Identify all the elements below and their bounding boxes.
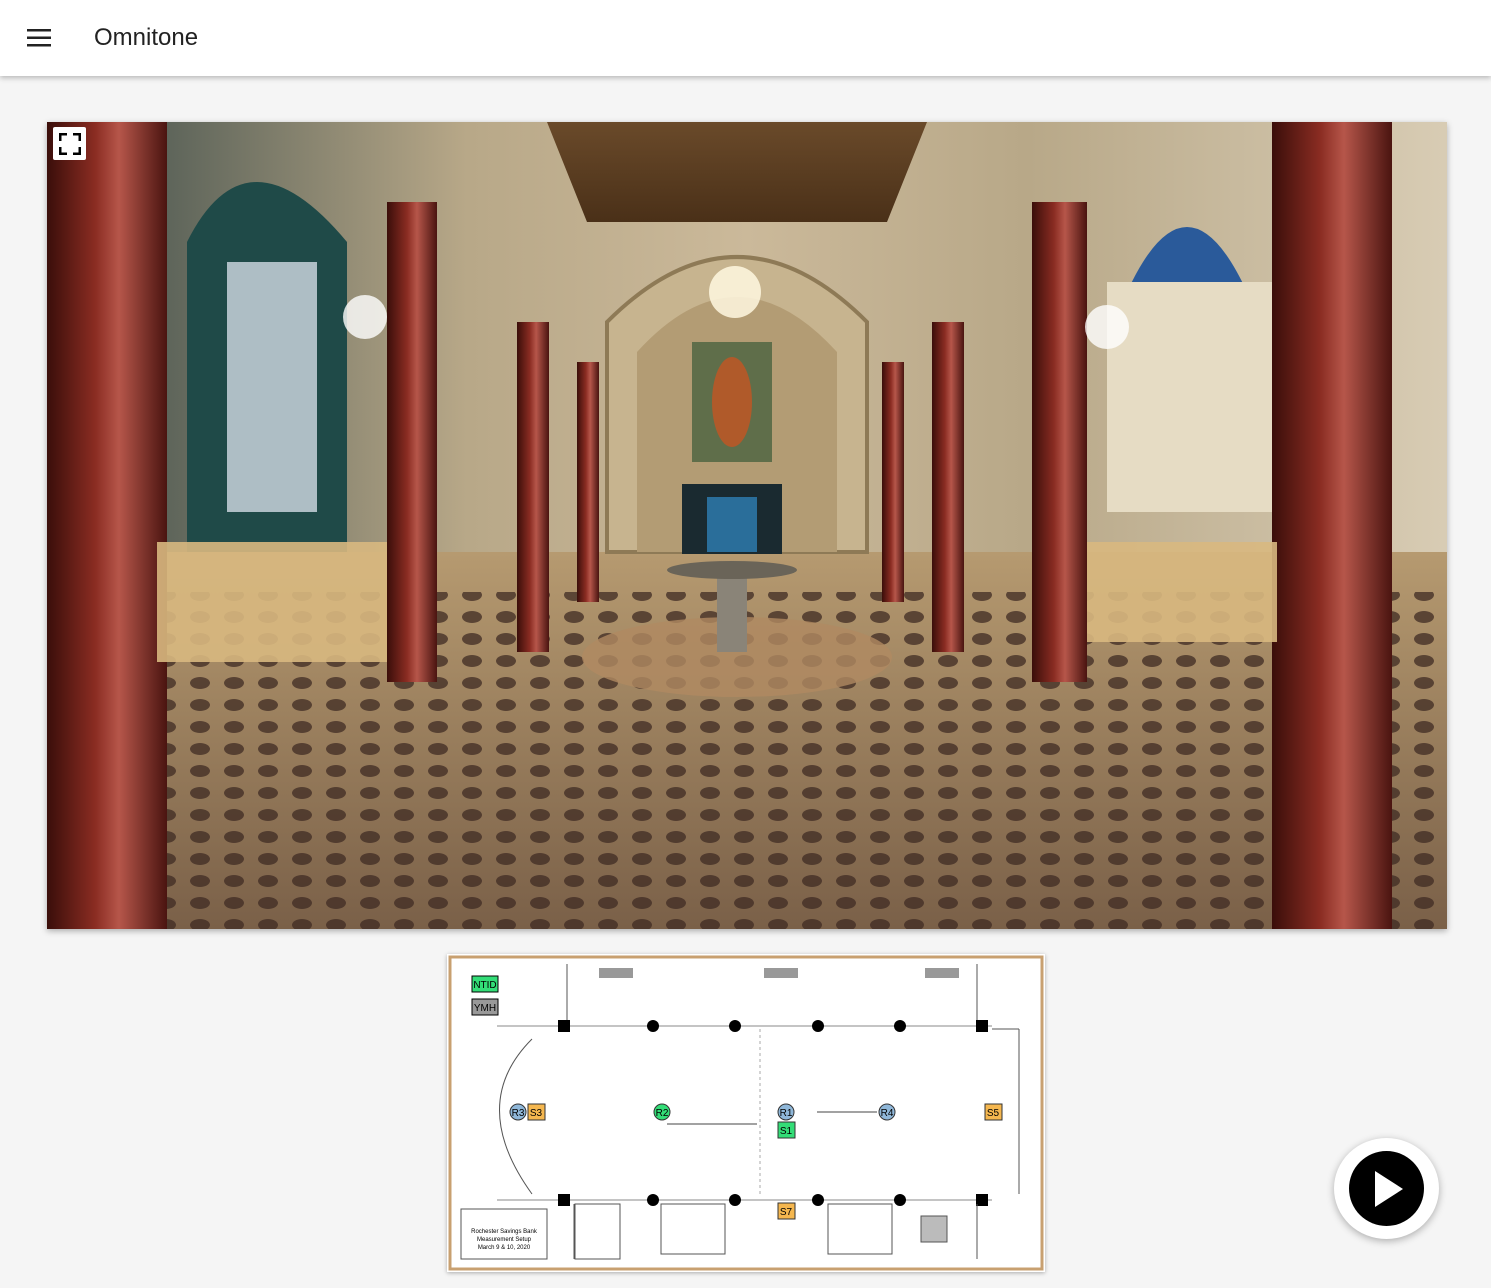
marker-s5[interactable]: S5 xyxy=(984,1103,1003,1121)
marker-s7[interactable]: S7 xyxy=(777,1202,796,1220)
menu-icon xyxy=(27,29,51,47)
legend-ntid: NTID xyxy=(471,975,499,993)
svg-text:R4: R4 xyxy=(881,1108,894,1119)
svg-text:Measurement Setup: Measurement Setup xyxy=(477,1237,532,1243)
svg-text:Rochester Savings Bank: Rochester Savings Bank xyxy=(471,1229,538,1235)
panorama-image xyxy=(47,122,1447,929)
marker-r1[interactable]: R1 xyxy=(777,1103,795,1121)
svg-text:S5: S5 xyxy=(987,1108,1000,1119)
marker-r3[interactable]: R3 xyxy=(509,1103,527,1121)
fullscreen-icon xyxy=(58,132,81,155)
svg-text:R1: R1 xyxy=(780,1108,793,1119)
app-title: Omnitone xyxy=(94,24,199,51)
svg-text:R3: R3 xyxy=(512,1108,525,1119)
svg-text:S1: S1 xyxy=(780,1126,793,1137)
svg-text:S3: S3 xyxy=(530,1108,543,1119)
marker-r2[interactable]: R2 xyxy=(653,1103,671,1121)
marker-r4[interactable]: R4 xyxy=(878,1103,896,1121)
fullscreen-button[interactable] xyxy=(53,127,86,160)
floorplan-title-block: Rochester Savings Bank Measurement Setup… xyxy=(471,1229,538,1251)
app-bar: Omnitone xyxy=(0,0,1491,76)
panorama-viewer[interactable] xyxy=(47,122,1447,929)
play-button[interactable] xyxy=(1334,1138,1439,1239)
svg-text:S7: S7 xyxy=(780,1207,793,1218)
marker-s1[interactable]: S1 xyxy=(777,1121,796,1139)
svg-text:YMH: YMH xyxy=(474,1003,496,1014)
legend-ymh: YMH xyxy=(471,998,499,1016)
play-icon xyxy=(1374,1170,1403,1207)
svg-text:March 9 & 10, 2020: March 9 & 10, 2020 xyxy=(478,1245,531,1251)
menu-button[interactable] xyxy=(19,18,59,58)
floorplan-map: NTID YMH R3 S3 R2 R1 S1 R4 S5 S7 Rochest… xyxy=(447,954,1045,1272)
svg-text:R2: R2 xyxy=(656,1108,669,1119)
marker-s3[interactable]: S3 xyxy=(527,1103,546,1121)
svg-text:NTID: NTID xyxy=(473,980,496,991)
